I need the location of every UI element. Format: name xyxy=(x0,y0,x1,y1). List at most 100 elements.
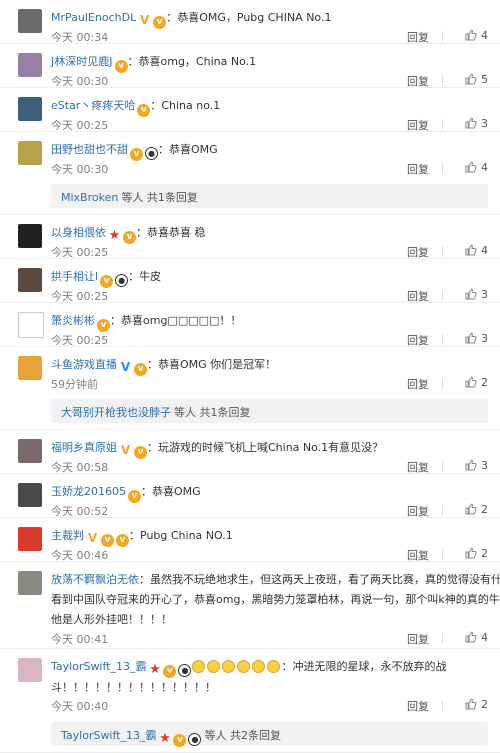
like-button[interactable]: 2 xyxy=(465,698,488,711)
comment-item: 福明乡真原姐 Vv ：玩游戏的时候飞机上喊China No.1有意见没？ 今天 00:… xyxy=(0,430,500,474)
like-button[interactable]: 2 xyxy=(465,547,488,560)
avatar[interactable] xyxy=(18,312,44,338)
vip-badge-icon: v xyxy=(97,319,110,332)
like-button[interactable]: 4 xyxy=(465,244,488,257)
reply-button[interactable]: 回复 xyxy=(407,29,429,45)
comment-meta: 今天 00:25 回复 3 xyxy=(51,117,488,133)
comment-username[interactable]: MrPaulEnochDL xyxy=(51,11,136,24)
avatar[interactable] xyxy=(18,356,42,380)
comment-username[interactable]: J林深时见鹿J xyxy=(51,55,113,68)
avatar[interactable] xyxy=(18,9,42,33)
like-button[interactable]: 3 xyxy=(465,288,488,301)
avatar[interactable] xyxy=(18,439,42,463)
comment-username[interactable]: 福明乡真原姐 xyxy=(51,441,117,454)
reply-thread-summary[interactable]: TaylorSwift_13_霸 ★ v ● 等人 共2条回复 xyxy=(51,722,488,747)
comment-text: 恭喜OMG 你们是冠军！ xyxy=(158,358,277,371)
reply-button[interactable]: 回复 xyxy=(407,288,429,304)
like-button[interactable]: 3 xyxy=(465,332,488,345)
vip-badge-icon: v xyxy=(123,231,136,244)
comment-timestamp: 今天 00:40 xyxy=(51,700,109,713)
comment-timestamp: 今天 00:30 xyxy=(51,75,109,88)
reply-button[interactable]: 回复 xyxy=(407,547,429,563)
comment-item: MrPaulEnochDL Vv ：恭喜OMG，Pubg CHINA No.1 今天 … xyxy=(0,0,500,44)
like-button[interactable]: 3 xyxy=(465,459,488,472)
thumbs-up-icon xyxy=(465,503,477,515)
like-count: 2 xyxy=(481,698,488,711)
like-count: 3 xyxy=(481,332,488,345)
reply-button[interactable]: 回复 xyxy=(407,73,429,89)
reply-button[interactable]: 回复 xyxy=(407,631,429,647)
emoji-icon xyxy=(192,660,206,673)
comment-body: TaylorSwift_13_霸 ★ v ● ：冲进无限的星球，永不放弃的战 斗！！！！！… xyxy=(51,657,488,698)
comment-username[interactable]: 田野也甜也不甜 xyxy=(51,143,128,156)
divider xyxy=(442,246,443,257)
like-button[interactable]: 2 xyxy=(465,503,488,516)
comment-username[interactable]: 斗鱼游戏直播 xyxy=(51,358,117,371)
like-button[interactable]: 3 xyxy=(465,117,488,130)
like-button[interactable]: 4 xyxy=(465,29,488,42)
comment-item: 田野也甜也不甜 v ● ：恭喜OMG 今天 00:30 回复 4 xyxy=(0,132,500,176)
comment-username[interactable]: 以身相偎依 xyxy=(51,226,106,239)
divider xyxy=(442,378,443,389)
comment-body: 福明乡真原姐 Vv ：玩游戏的时候飞机上喊China No.1有意见没？ xyxy=(51,438,488,459)
like-count: 3 xyxy=(481,288,488,301)
like-button[interactable]: 4 xyxy=(465,631,488,644)
vip-badge-icon: v xyxy=(128,490,141,503)
like-button[interactable]: 5 xyxy=(465,73,488,86)
comment-item: 放荡不羁飘泊无依：虽然我不玩绝地求生，但这两天上夜班，看了两天比赛，真的觉得没有… xyxy=(0,562,500,649)
comment-username[interactable]: eStar丶疼疼天哈 xyxy=(51,99,135,112)
comment-username[interactable]: 主裁判 xyxy=(51,529,84,542)
thumbs-up-icon xyxy=(465,73,477,85)
thumbs-up-icon xyxy=(465,459,477,471)
comment-separator: ： xyxy=(136,226,147,239)
reply-button[interactable]: 回复 xyxy=(407,698,429,714)
reply-button[interactable]: 回复 xyxy=(407,161,429,177)
comment-username[interactable]: 拱手相让l xyxy=(51,270,98,283)
comment-text-line: 他是人形外挂吧！！！！ xyxy=(51,613,172,626)
verified-v-icon: V xyxy=(140,13,150,27)
comment-meta: 今天 00:40 回复 2 xyxy=(51,698,488,714)
avatar[interactable] xyxy=(18,571,42,595)
panda-badge-icon: ● xyxy=(188,733,202,746)
comment-item: 以身相偎依 ★ v ：恭喜恭喜 稳今天 00:25 回复 4 xyxy=(0,215,500,259)
reply-thread-count[interactable]: 等人 共1条回复 xyxy=(121,191,198,204)
like-count: 2 xyxy=(481,376,488,389)
avatar[interactable] xyxy=(18,268,42,292)
comment-username[interactable]: 放荡不羁飘泊无依 xyxy=(51,573,139,586)
reply-thread-user[interactable]: MixBroken xyxy=(61,191,118,204)
comment-text: 恭喜OMG，Pubg CHINA No.1 xyxy=(177,11,332,24)
comment-username[interactable]: 玉娇龙201605 xyxy=(51,485,126,498)
like-button[interactable]: 2 xyxy=(465,376,488,389)
comment-username[interactable]: 箫炎彬彬 xyxy=(51,314,95,327)
avatar[interactable] xyxy=(18,224,42,248)
panda-badge-icon: ● xyxy=(178,664,192,677)
avatar[interactable] xyxy=(18,141,42,165)
reply-thread-summary[interactable]: MixBroken 等人 共1条回复 xyxy=(51,184,488,208)
avatar[interactable] xyxy=(18,483,42,507)
like-button[interactable]: 4 xyxy=(465,161,488,174)
comment-username[interactable]: TaylorSwift_13_霸 xyxy=(51,660,146,673)
reply-button[interactable]: 回复 xyxy=(407,244,429,260)
like-count: 4 xyxy=(481,631,488,644)
avatar[interactable] xyxy=(18,53,42,77)
comment-text-line: 斗！！！！！！！！！！！！！！ xyxy=(51,681,216,694)
comment-body: J林深时见鹿J v ：恭喜omg，China No.1 xyxy=(51,52,488,73)
comment-timestamp: 今天 00:25 xyxy=(51,290,109,303)
reply-button[interactable]: 回复 xyxy=(407,503,429,519)
reply-thread-user[interactable]: 大哥别开枪我也没脖子 xyxy=(61,406,171,419)
reply-thread-summary[interactable]: 大哥别开枪我也没脖子 等人 共1条回复 xyxy=(51,399,488,423)
comment-meta: 今天 00:25 回复 3 xyxy=(51,332,488,348)
comment-meta: 今天 00:58 回复 3 xyxy=(51,459,488,475)
divider xyxy=(442,505,443,516)
reply-thread-count[interactable]: 等人 共1条回复 xyxy=(174,406,251,419)
avatar[interactable] xyxy=(18,658,42,682)
avatar[interactable] xyxy=(18,527,42,551)
divider xyxy=(442,700,443,711)
reply-button[interactable]: 回复 xyxy=(407,459,429,475)
reply-button[interactable]: 回复 xyxy=(407,376,429,392)
reply-button[interactable]: 回复 xyxy=(407,332,429,348)
verified-v-icon: V xyxy=(120,443,131,457)
reply-button[interactable]: 回复 xyxy=(407,117,429,133)
thumbs-up-icon xyxy=(465,698,477,710)
avatar[interactable] xyxy=(18,97,42,121)
